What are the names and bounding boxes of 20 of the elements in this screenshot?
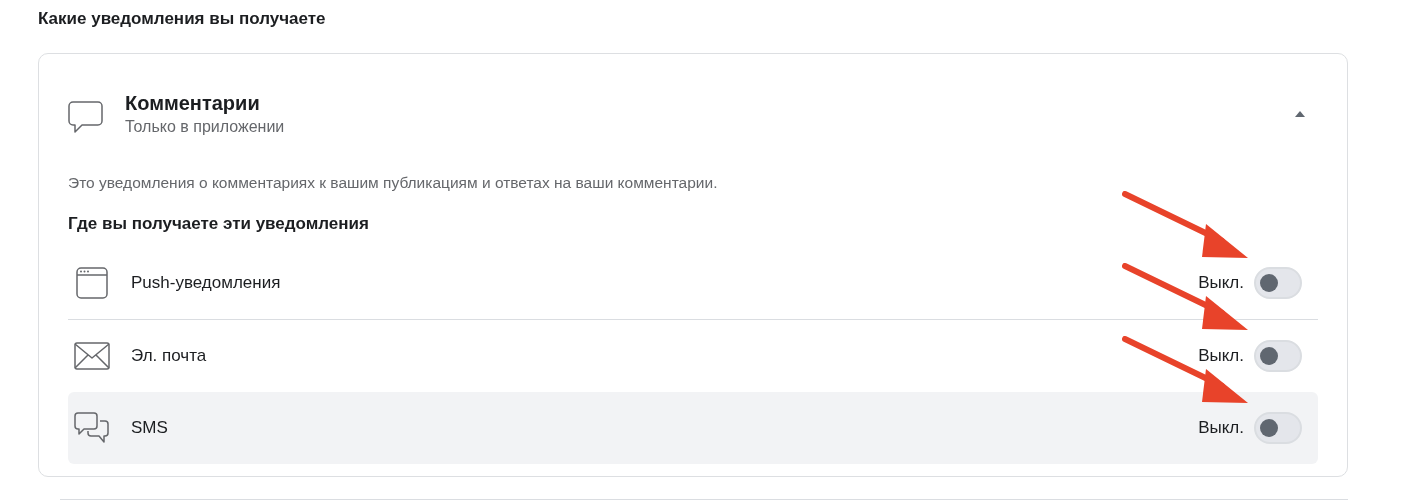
section-heading: Какие уведомления вы получаете [38, 8, 327, 30]
toggle-switch[interactable] [1254, 267, 1302, 299]
description-text: Это уведомления о комментариях к вашим публикациям и ответах на ваши комментарии. [68, 173, 719, 193]
toggle-switch[interactable] [1254, 412, 1302, 444]
chat-bubbles-icon [74, 411, 110, 445]
caret-up-icon [1294, 109, 1306, 117]
toggle-state-label: Выкл. [1198, 272, 1244, 295]
envelope-icon [74, 342, 110, 370]
channels-heading: Где вы получаете эти уведомления [68, 213, 370, 235]
toggle-switch[interactable] [1254, 340, 1302, 372]
card-title: Комментарии [125, 91, 261, 116]
channel-row[interactable]: SMS Выкл. [68, 392, 1318, 464]
channel-label: Эл. почта [131, 345, 207, 368]
channel-label: Push-уведомления [131, 272, 281, 295]
toggle-state-label: Выкл. [1198, 345, 1244, 368]
browser-window-icon [75, 266, 109, 300]
toggle-state-label: Выкл. [1198, 417, 1244, 440]
channel-label: SMS [131, 417, 168, 440]
speech-bubble-icon [68, 100, 104, 136]
card-subtitle: Только в приложении [125, 117, 285, 137]
